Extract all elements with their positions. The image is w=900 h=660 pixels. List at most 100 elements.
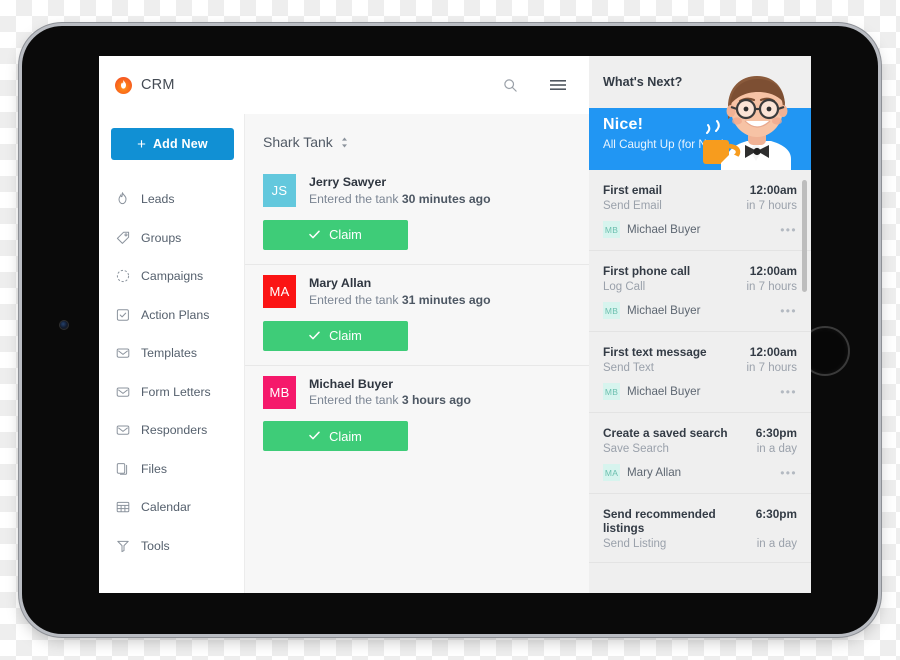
add-new-label: Add New — [152, 137, 208, 151]
task-title: Create a saved search — [603, 426, 728, 440]
check-icon — [309, 329, 320, 343]
ellipsis-icon[interactable]: ••• — [780, 386, 797, 398]
lead-sub-time: 3 hours ago — [401, 393, 471, 408]
sidebar-item-tools[interactable]: Tools — [99, 527, 244, 566]
flame-icon — [115, 76, 132, 94]
search-icon[interactable] — [501, 76, 519, 94]
avatar: MB — [603, 221, 620, 238]
task-type: Save Search — [603, 443, 669, 455]
envelope-icon — [115, 423, 130, 438]
task-person-row: MB Michael Buyer ••• — [603, 383, 797, 400]
add-new-button[interactable]: + Add New — [111, 128, 234, 160]
lead-name: Mary Allan — [309, 275, 372, 290]
hamburger-menu-icon[interactable] — [549, 76, 567, 94]
app-logo[interactable]: CRM — [115, 76, 175, 94]
task-item[interactable]: First text message 12:00am Send Text in … — [589, 332, 811, 413]
sidebar-item-label: Leads — [141, 192, 175, 207]
sidebar-item-form-letters[interactable]: Form Letters — [99, 373, 244, 412]
funnel-icon — [115, 538, 130, 553]
avatar: MA — [263, 275, 296, 309]
flame-icon — [115, 192, 130, 207]
sidebar-item-label: Calendar — [141, 500, 191, 515]
task-item[interactable]: First email 12:00am Send Email in 7 hour… — [589, 170, 811, 251]
sidebar-item-files[interactable]: Files — [99, 450, 244, 489]
avatar-initials: JS — [271, 183, 288, 199]
claim-button-label: Claim — [329, 227, 362, 243]
page-title: Shark Tank — [263, 134, 333, 150]
task-secondary-row: Send Email in 7 hours — [603, 200, 797, 212]
sidebar-item-responders[interactable]: Responders — [99, 411, 244, 450]
sort-updown-icon[interactable] — [341, 137, 348, 148]
task-person-name: Michael Buyer — [627, 304, 701, 317]
lead-card[interactable]: MA Mary Allan Entered the tank 31 minute… — [245, 264, 589, 366]
ellipsis-icon[interactable]: ••• — [780, 224, 797, 236]
task-type: Send Email — [603, 200, 662, 212]
claim-button-label: Claim — [329, 328, 362, 344]
sidebar-item-action-plans[interactable]: Action Plans — [99, 296, 244, 335]
lead-card-header: MB Michael Buyer Entered the tank 3 hour… — [263, 376, 571, 410]
task-title: First text message — [603, 345, 707, 359]
app-header: CRM — [99, 56, 589, 114]
task-item[interactable]: First phone call 12:00am Log Call in 7 h… — [589, 251, 811, 332]
tablet-screen: CRM + Add New Leads Groups Campaigns Act… — [99, 56, 811, 593]
task-primary-row: First phone call 12:00am — [603, 264, 797, 278]
task-relative-time: in 7 hours — [746, 200, 797, 212]
sidebar-item-calendar[interactable]: Calendar — [99, 488, 244, 527]
task-item[interactable]: Send recommended listings 6:30pm Send Li… — [589, 494, 811, 563]
sidebar-item-label: Templates — [141, 346, 198, 361]
envelope-icon — [115, 346, 130, 361]
lead-card[interactable]: JS Jerry Sawyer Entered the tank 30 minu… — [245, 164, 589, 265]
task-person-row: MB Michael Buyer ••• — [603, 221, 797, 238]
task-time: 6:30pm — [755, 507, 797, 521]
claim-button[interactable]: Claim — [263, 421, 408, 452]
task-time: 12:00am — [749, 264, 797, 278]
task-time: 12:00am — [749, 183, 797, 197]
task-type: Log Call — [603, 281, 646, 293]
shark-tank-card-list: JS Jerry Sawyer Entered the tank 30 minu… — [245, 164, 589, 466]
avatar: MB — [603, 383, 620, 400]
lead-name: Jerry Sawyer — [309, 175, 387, 189]
task-time: 6:30pm — [755, 426, 797, 440]
ellipsis-icon[interactable]: ••• — [780, 305, 797, 317]
task-time: 12:00am — [749, 345, 797, 359]
lead-card[interactable]: MB Michael Buyer Entered the tank 3 hour… — [245, 365, 589, 466]
claim-button[interactable]: Claim — [263, 219, 408, 250]
sidebar: + Add New Leads Groups Campaigns Action … — [99, 114, 245, 593]
task-primary-row: Send recommended listings 6:30pm — [603, 507, 797, 535]
task-list-scrollbar[interactable] — [802, 180, 807, 292]
task-list: First email 12:00am Send Email in 7 hour… — [589, 170, 811, 593]
task-secondary-row: Send Listing in a day — [603, 538, 797, 550]
task-primary-row: Create a saved search 6:30pm — [603, 426, 797, 440]
task-item[interactable]: Create a saved search 6:30pm Save Search… — [589, 413, 811, 494]
sidebar-item-label: Groups — [141, 230, 182, 245]
sidebar-item-leads[interactable]: Leads — [99, 180, 244, 219]
lead-subtitle: Entered the tank 31 minutes ago — [309, 292, 491, 309]
lead-identity: Michael Buyer Entered the tank 3 hours a… — [309, 376, 471, 410]
lead-name: Michael Buyer — [309, 376, 394, 391]
avatar: MB — [603, 302, 620, 319]
sidebar-item-campaigns[interactable]: Campaigns — [99, 257, 244, 296]
main-title-row: Shark Tank — [245, 114, 589, 150]
ellipsis-icon[interactable]: ••• — [780, 467, 797, 479]
lead-sub-time: 31 minutes ago — [401, 292, 491, 307]
claim-button[interactable]: Claim — [263, 320, 408, 351]
tag-icon — [115, 230, 130, 245]
task-type: Send Listing — [603, 538, 667, 550]
task-title: Send recommended listings — [603, 507, 716, 535]
sidebar-item-templates[interactable]: Templates — [99, 334, 244, 373]
sidebar-item-groups[interactable]: Groups — [99, 219, 244, 258]
avatar-initials: MB — [269, 385, 290, 401]
checkbox-icon — [115, 307, 130, 322]
all-caught-up-banner: Nice! All Caught Up (for Now) — [589, 76, 811, 171]
app-logo-text: CRM — [141, 77, 175, 93]
lead-identity: Mary Allan Entered the tank 31 minutes a… — [309, 275, 491, 309]
task-relative-time: in a day — [756, 443, 797, 455]
lead-card-header: JS Jerry Sawyer Entered the tank 30 minu… — [263, 174, 571, 208]
whats-next-panel: What's Next? Nice! All Caught Up (for No… — [589, 56, 811, 593]
lead-sub-time: 30 minutes ago — [401, 191, 491, 206]
avatar: MB — [263, 376, 296, 410]
sidebar-nav: Leads Groups Campaigns Action Plans Temp… — [99, 180, 244, 565]
task-secondary-row: Log Call in 7 hours — [603, 281, 797, 293]
front-camera — [60, 321, 68, 329]
task-secondary-row: Save Search in a day — [603, 443, 797, 455]
